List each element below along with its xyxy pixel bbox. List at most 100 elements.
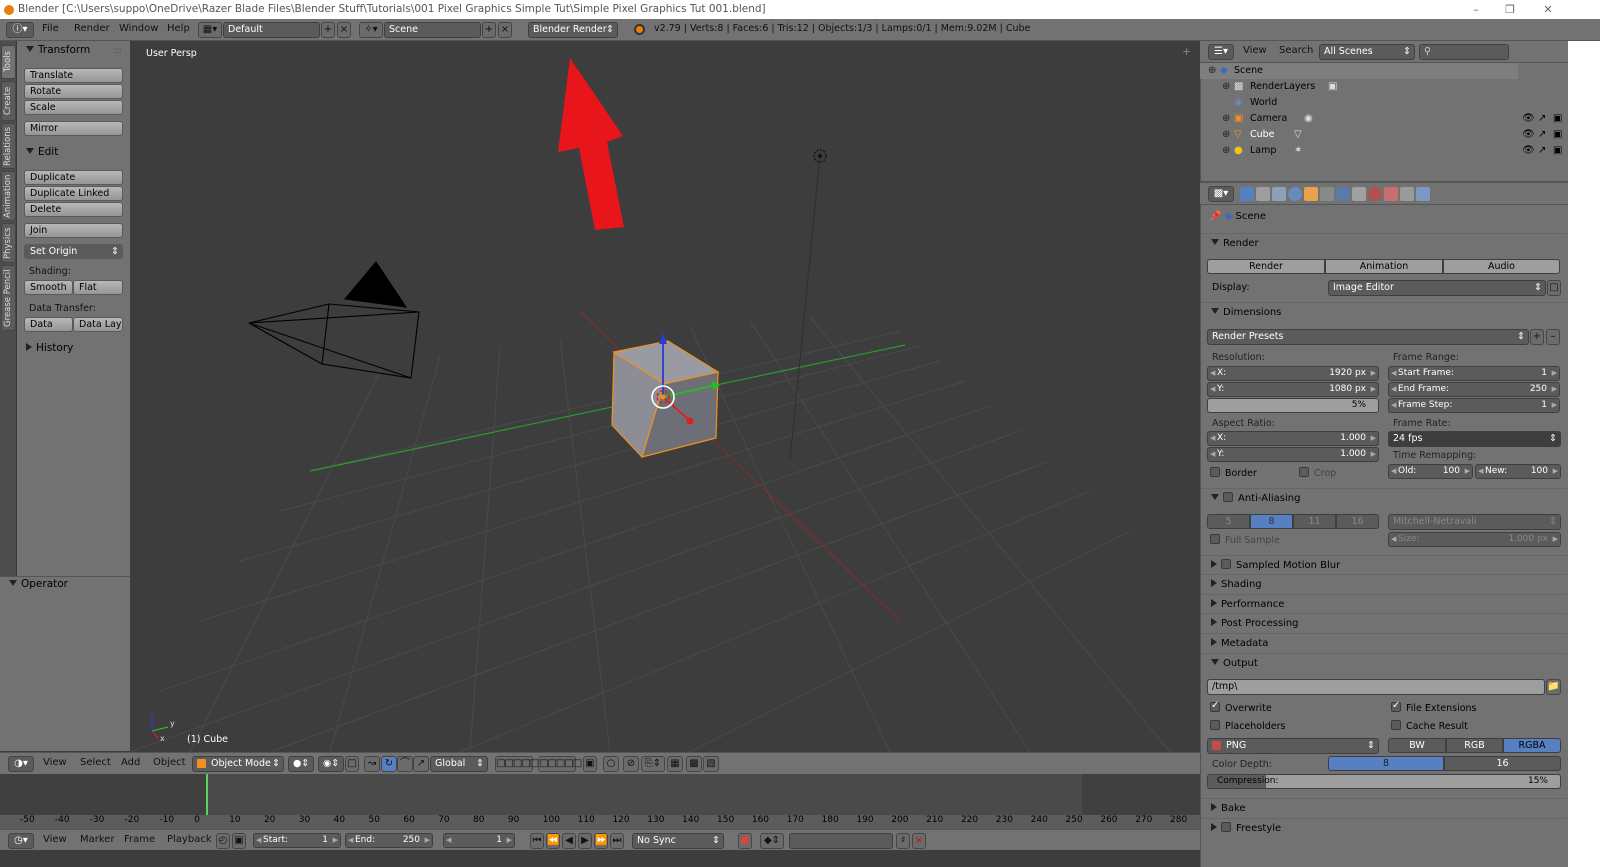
resolution-percentage-field[interactable]: 5% — [1207, 398, 1379, 413]
add-screen-icon[interactable]: + — [321, 22, 335, 38]
expand-icon[interactable]: ⊕ — [1222, 143, 1230, 159]
time-remap-old-field[interactable]: ◀ Old: 100 ▶ — [1388, 464, 1473, 479]
delete-button[interactable]: Delete — [24, 202, 123, 217]
checkbox-box[interactable] — [1210, 534, 1220, 544]
full-sample-checkbox[interactable]: Full Sample — [1210, 534, 1280, 546]
maximize-button[interactable]: ❐ — [1492, 0, 1528, 19]
color-rgba-button[interactable]: RGBA — [1503, 738, 1561, 753]
insert-keyframe-icon[interactable]: ♯ — [896, 833, 910, 849]
tab-tools[interactable]: Tools — [1, 45, 16, 79]
layer-buttons-b[interactable]: □□□□□ — [538, 756, 582, 772]
opengl-render-icon[interactable]: ▩ — [686, 756, 702, 772]
animation-button[interactable]: Animation — [1325, 259, 1443, 274]
outliner-row-lamp[interactable]: ⊕ ● Lamp ✶ — [1200, 143, 1518, 159]
screen-layout-field[interactable]: Default — [223, 22, 320, 38]
data-button[interactable]: Data — [24, 317, 73, 332]
aspect-y-field[interactable]: ◀ Y: 1.000 ▶ — [1207, 447, 1379, 462]
outliner-row-camera[interactable]: ⊕ ▣ Camera ◉ — [1200, 111, 1518, 127]
plus-icon[interactable]: + — [1182, 45, 1191, 58]
add-scene-icon[interactable]: + — [482, 22, 496, 38]
editor-type-timeline-icon[interactable]: ◷▾ — [8, 833, 34, 849]
pivot-point-icon[interactable]: ◉⇕ — [318, 756, 344, 772]
tab-create[interactable]: Create — [1, 81, 16, 121]
mode-dropdown[interactable]: Object Mode ⇕ — [192, 756, 284, 772]
time-remap-new-field[interactable]: ◀ New: 100 ▶ — [1475, 464, 1561, 479]
checkbox-box[interactable] — [1299, 467, 1309, 477]
anti-aliasing-section-header[interactable]: Anti-Aliasing — [1201, 488, 1567, 507]
physics-tab-icon[interactable] — [1416, 187, 1430, 201]
snap-icon[interactable]: ⊘ — [623, 756, 639, 772]
render-camera-icon[interactable]: ▣ — [1553, 113, 1562, 124]
object-tab-icon[interactable] — [1304, 187, 1318, 201]
frame-rate-dropdown[interactable]: 24 fps ⇕ — [1388, 431, 1561, 447]
expand-icon[interactable]: ⊕ — [1222, 79, 1230, 95]
tab-animation[interactable]: Animation — [1, 171, 16, 221]
render-tab-icon[interactable] — [1240, 187, 1254, 201]
freestyle-checkbox[interactable] — [1221, 822, 1231, 832]
expand-icon[interactable]: ⊕ — [1222, 111, 1230, 127]
checkbox-box[interactable] — [1210, 700, 1220, 712]
menu-object[interactable]: Object — [153, 757, 186, 768]
frame-step-field[interactable]: ◀ Frame Step: 1 ▶ — [1388, 398, 1560, 413]
minimize-button[interactable]: – — [1458, 0, 1494, 19]
outliner-row-cube[interactable]: ⊕ ▽ Cube ▽ — [1200, 127, 1518, 143]
folder-icon[interactable]: 📁 — [1546, 679, 1561, 695]
particles-tab-icon[interactable] — [1400, 187, 1414, 201]
menu-add[interactable]: Add — [121, 757, 140, 768]
motion-blur-section-header[interactable]: Sampled Motion Blur — [1201, 555, 1567, 574]
join-button[interactable]: Join — [24, 223, 123, 238]
menu-help[interactable]: Help — [167, 23, 190, 34]
constraints-tab-icon[interactable] — [1320, 187, 1334, 201]
visibility-eye-icon[interactable]: 👁 — [1522, 113, 1535, 124]
remove-scene-icon[interactable]: × — [498, 22, 512, 38]
render-presets-dropdown[interactable]: Render Presets ⇕ — [1207, 329, 1529, 345]
checkbox-box[interactable] — [1210, 720, 1220, 730]
next-keyframe-icon[interactable]: ⏩ — [594, 833, 608, 849]
manipulator-toggle-icon[interactable]: □ — [345, 756, 359, 772]
preview-range-icon[interactable]: ◴ — [216, 833, 230, 849]
aa-samples-16[interactable]: 16 — [1336, 514, 1379, 529]
visibility-eye-icon[interactable]: 👁 — [1522, 145, 1535, 156]
duplicate-button[interactable]: Duplicate — [24, 170, 123, 185]
metadata-section-header[interactable]: Metadata — [1201, 633, 1567, 652]
aa-filter-dropdown[interactable]: Mitchell-Netravali ⇕ — [1388, 514, 1561, 530]
aspect-x-field[interactable]: ◀ X: 1.000 ▶ — [1207, 431, 1379, 446]
aa-samples-8[interactable]: 8 — [1250, 514, 1293, 529]
menu-file[interactable]: File — [42, 23, 59, 34]
start-frame-field[interactable]: Start: 1 ◀ ▶ — [253, 833, 341, 848]
outliner-row-world[interactable]: ◉ World — [1200, 95, 1518, 111]
prev-keyframe-icon[interactable]: ⏪ — [546, 833, 560, 849]
delete-keyframe-icon[interactable]: × — [912, 833, 926, 849]
editor-type-3d-icon[interactable]: ◑▾ — [8, 756, 34, 772]
tab-grease-pencil[interactable]: Grease Pencil — [1, 265, 16, 331]
keying-set-field[interactable] — [789, 833, 893, 849]
border-checkbox[interactable]: Border — [1210, 467, 1257, 479]
dimensions-section-header[interactable]: Dimensions — [1201, 302, 1567, 321]
mirror-button[interactable]: Mirror — [24, 121, 123, 136]
editor-type-outliner-icon[interactable]: ☰▾ — [1208, 44, 1234, 60]
render-engine-dropdown[interactable]: Blender Render ⇕ — [528, 22, 618, 38]
file-extensions-checkbox[interactable]: File Extensions — [1391, 700, 1477, 714]
select-cursor-icon[interactable]: ↗ — [1538, 113, 1546, 124]
post-processing-section-header[interactable]: Post Processing — [1201, 613, 1567, 632]
render-camera-icon[interactable]: ▣ — [1553, 145, 1562, 156]
renderlayers-tab-icon[interactable] — [1256, 187, 1270, 201]
orientation-dropdown[interactable]: Global ⇕ — [430, 756, 488, 772]
transform-panel-header[interactable]: Transform — [26, 44, 90, 56]
select-cursor-icon[interactable]: ↗ — [1538, 145, 1546, 156]
operator-panel-header[interactable]: Operator — [9, 578, 68, 590]
select-cursor-icon[interactable]: ↗ — [1538, 129, 1546, 140]
placeholders-checkbox[interactable]: Placeholders — [1210, 720, 1285, 732]
color-depth-8-button[interactable]: 8 — [1328, 756, 1444, 771]
play-reverse-icon[interactable]: ◀ — [562, 833, 576, 849]
menu-outliner-view[interactable]: View — [1243, 45, 1267, 56]
aa-size-field[interactable]: ◀ Size: 1.000 px ▶ — [1388, 532, 1561, 547]
lock-range-icon[interactable]: ▣ — [232, 833, 246, 849]
world-tab-icon[interactable] — [1288, 187, 1302, 201]
aa-samples-5[interactable]: 5 — [1207, 514, 1250, 529]
current-frame-field[interactable]: 1 ◀ ▶ — [443, 833, 515, 848]
editor-type-properties-icon[interactable]: ▩▾ — [1208, 186, 1234, 202]
menu-marker[interactable]: Marker — [80, 834, 115, 845]
timeline-ruler[interactable]: -50 -40 -30 -20 -10 0 10 20 30 40 50 60 70 80 90 100 110… — [0, 815, 1200, 829]
end-frame-field[interactable]: End: 250 ◀ ▶ — [345, 833, 433, 848]
